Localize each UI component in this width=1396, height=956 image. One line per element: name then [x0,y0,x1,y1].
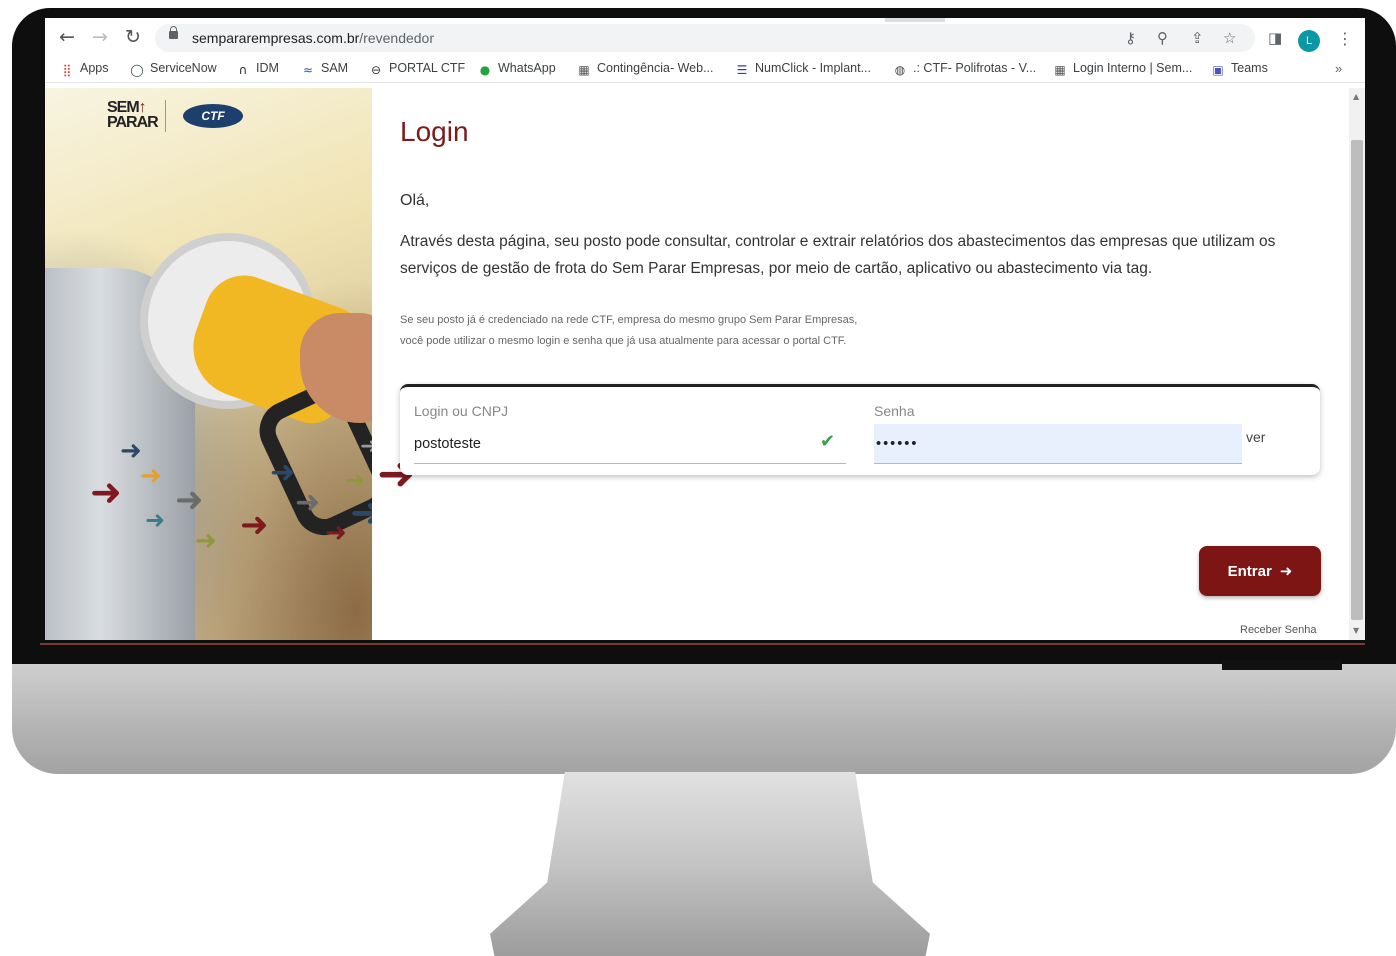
arrow-icon: ➜ [240,505,269,545]
arrow-icon: ➜ [350,490,372,536]
bookmark-label: Apps [80,61,109,75]
login-field-label: Login ou CNPJ [414,403,509,419]
monitor-chin [12,664,1396,774]
apps-grid-icon: ⣿ [62,63,72,77]
ctf-logo: CTF [183,104,243,128]
arrow-icon: ➜ [175,480,204,520]
password-input[interactable] [874,424,1242,464]
reload-icon[interactable]: ↻ [123,27,143,47]
enter-button-label: Entrar [1227,563,1272,580]
arrow-icon: ➜ [120,436,142,466]
key-icon[interactable]: ⚷ [1125,29,1136,47]
bookmark-label: Teams [1231,61,1268,75]
scroll-up-icon[interactable]: ▲ [1353,92,1359,101]
ctf-note: Se seu posto já é credenciado na rede CT… [400,310,857,352]
valid-check-icon: ✔ [820,431,836,452]
arrow-icon: ➜ [145,506,166,534]
description-text: Através desta página, seu posto pode con… [400,233,1276,277]
forward-arrow-icon[interactable]: → [90,27,110,47]
bookmarks-more-icon[interactable]: » [1335,61,1342,76]
profile-avatar[interactable]: L [1298,30,1320,52]
bookmark-sam[interactable]: ≈ SAM [301,61,348,77]
browser-menu-icon[interactable]: ⋮ [1337,29,1353,48]
arrow-icon: ➜ [140,461,162,491]
login-form-card: Login ou CNPJ ✔ Senha ver [400,384,1320,475]
bookmark-polifrotas[interactable]: ◍ .: CTF- Polifrotas - V... [893,61,1036,77]
browser-toolbar: ← → ↻ sempararempresas.com.br/revendedor… [45,22,1365,52]
page-scrollbar[interactable]: ▲ ▼ [1349,88,1365,640]
lock-icon [169,26,178,39]
url-text[interactable]: sempararempresas.com.br/revendedor [192,30,434,46]
receive-password-link[interactable]: Receber Senha [1240,624,1316,636]
arrow-icon: ➜ [325,518,347,548]
screen: ← → ↻ sempararempresas.com.br/revendedor… [45,18,1365,640]
bookmark-label: NumClick - Implant... [755,61,871,75]
bookmark-label: ServiceNow [150,61,217,75]
teams-icon: ▣ [1212,63,1224,77]
bookmark-teams[interactable]: ▣ Teams [1211,61,1268,77]
greeting-text: Olá, [400,192,430,209]
bookmark-label: WhatsApp [498,61,556,75]
arrow-icon: ➜ [295,485,321,520]
whatsapp-icon: ● [479,63,491,77]
bookmark-numclick[interactable]: ☰ NumClick - Implant... [735,61,871,77]
bookmark-whatsapp[interactable]: ● WhatsApp [478,61,556,77]
scroll-down-icon[interactable]: ▼ [1353,626,1359,635]
note-line-2: você pode utilizar o mesmo login e senha… [400,335,847,347]
back-arrow-icon[interactable]: ← [57,27,77,47]
page-title: Login [400,116,469,147]
logo-line2: PARAR [107,114,159,131]
show-password-toggle[interactable]: ver [1246,429,1265,445]
bookmark-idm[interactable]: ∩ IDM [236,61,279,77]
monitor-chin-shadow [1222,660,1342,670]
bookmark-label: Contingência- Web... [597,61,714,75]
bookmark-portal-ctf[interactable]: ⊖ PORTAL CTF [369,61,465,77]
arrow-icon: ➜ [195,526,217,556]
password-field-label: Senha [874,403,915,419]
arrow-icon: ➜ [270,455,296,490]
scrollbar-thumb[interactable] [1351,140,1363,620]
globe-icon: ◍ [894,63,906,77]
portal-ctf-icon: ⊖ [370,63,382,77]
monitor-stand [490,772,930,956]
site-icon: ▦ [578,63,590,77]
note-line-1: Se seu posto já é credenciado na rede CT… [400,314,858,326]
bookmark-label: Login Interno | Sem... [1073,61,1193,75]
bookmark-label: PORTAL CTF [389,61,466,75]
bookmark-login-interno[interactable]: ▦ Login Interno | Sem... [1053,61,1192,77]
bookmark-label: IDM [256,61,279,75]
arrow-icon: ➜ [90,470,122,514]
servicenow-icon: ◯ [130,63,144,77]
fuel-pump-hero-image: ➜ ➜ ➜ ➜ ➜ ➜ ➜ ➜ ➜ ➜ ➜ ➜ ➜ SEM↑ PARAR CTF [45,88,372,640]
url-path: /revendedor [359,30,434,46]
bookmark-label: SAM [321,61,349,75]
side-panel-icon[interactable]: ◨ [1268,29,1282,47]
share-icon[interactable]: ⇪ [1191,29,1204,47]
bookmark-apps[interactable]: ⣿ Apps [60,61,109,77]
idm-icon: ∩ [238,63,248,77]
sem-parar-logo: SEM↑ PARAR [107,100,159,131]
zoom-icon[interactable]: ⚲ [1157,29,1168,47]
screen-edge [40,643,1365,645]
login-input[interactable] [414,424,846,464]
bookmark-star-icon[interactable]: ☆ [1223,29,1236,47]
sam-icon: ≈ [302,63,314,77]
arrow-icon: ➜ [345,466,366,494]
arrow-icon: ➜ [360,434,372,459]
logo-divider [165,100,166,132]
site-icon: ▦ [1054,63,1066,77]
bookmark-servicenow[interactable]: ◯ ServiceNow [130,61,217,77]
arrow-right-icon: ➜ [1279,562,1293,580]
enter-button[interactable]: Entrar ➜ [1199,546,1321,596]
bookmark-contingencia[interactable]: ▦ Contingência- Web... [577,61,714,77]
address-bar[interactable]: sempararempresas.com.br/revendedor ⚷ ⚲ ⇪… [155,24,1255,52]
bookmark-label: .: CTF- Polifrotas - V... [913,61,1037,75]
url-domain: sempararempresas.com.br [192,30,360,46]
list-icon: ☰ [736,63,748,77]
bookmarks-bar: ⣿ Apps ◯ ServiceNow ∩ IDM ≈ SAM ⊖ PORTAL CTF … [45,56,1365,83]
